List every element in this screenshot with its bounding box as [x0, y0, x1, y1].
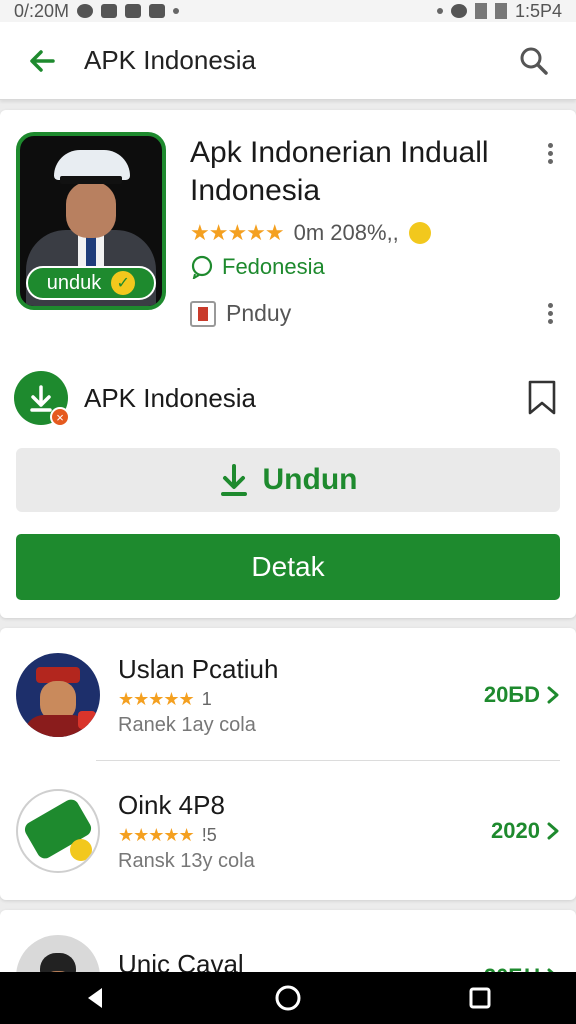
status-left: 0/:20M	[14, 0, 180, 22]
list-item-info: Uslan Pcatiuh ★★★★★ 1 Ranek 1ay cola	[118, 654, 484, 737]
price-text: 20БD	[483, 682, 540, 707]
signal-icon	[474, 3, 487, 19]
app-notification-icon	[101, 4, 118, 18]
rating-stars: ★★★★★	[190, 220, 285, 245]
app-icon: unduk ✓	[16, 132, 166, 310]
vibrate-icon	[436, 8, 443, 14]
list-item-rating: ★★★★★ 1	[118, 689, 484, 710]
status-time-left: 0/:20M	[14, 0, 70, 21]
category-name: Pnduy	[226, 300, 292, 326]
app-detail-card: unduk ✓ Apk Indonerian Induall Indonesia…	[0, 110, 576, 618]
app-icon-badge-label: unduk	[46, 271, 102, 294]
developer-row[interactable]: Fedonesia	[190, 254, 325, 280]
notification-icon	[77, 4, 94, 18]
triangle-back-icon	[88, 988, 102, 1008]
more-notifications-icon	[173, 8, 180, 14]
avatar	[16, 653, 100, 737]
page-title: APK Indonesia	[84, 45, 257, 75]
nav-recents-button[interactable]	[456, 974, 504, 1022]
status-right: 1:5P4	[436, 0, 562, 22]
close-badge-icon: ×	[50, 407, 70, 427]
wifi-icon	[450, 4, 467, 18]
search-button[interactable]	[514, 41, 554, 81]
avatar	[16, 789, 100, 873]
status-time-right: 1:5P4	[514, 0, 562, 21]
bookmark-button[interactable]	[520, 376, 564, 420]
square-recents-icon	[469, 987, 491, 1009]
check-icon: ✓	[111, 271, 136, 295]
chevron-right-icon	[547, 686, 559, 704]
app-notification-icon	[125, 4, 142, 18]
source-logo: ×	[14, 371, 70, 427]
rating-count: 1	[201, 688, 212, 709]
download-button-label: Undun	[262, 463, 358, 496]
app-bar: APK Indonesia	[0, 22, 576, 100]
battery-icon	[494, 3, 507, 19]
developer-name: Fedonesia	[222, 254, 325, 279]
more-options-button[interactable]	[538, 140, 562, 170]
app-icon-badge: unduk ✓	[26, 266, 156, 300]
list-item-name: Oink 4P8	[118, 789, 225, 820]
list-item-price: 2020	[491, 818, 560, 844]
category-row[interactable]: Pnduy	[190, 300, 291, 327]
price-text: 2020	[491, 818, 540, 843]
rating-count: !5	[201, 824, 217, 845]
source-row: × APK Indonesia	[14, 368, 564, 428]
detail-button[interactable]: Detak	[16, 534, 560, 600]
list-item[interactable]: Oink 4P8 ★★★★★ !5 Ransk 13y cola 2020	[0, 764, 576, 898]
list-item-rating: ★★★★★ !5	[118, 825, 491, 846]
list-item[interactable]: Uslan Pcatiuh ★★★★★ 1 Ranek 1ay cola 20Б…	[0, 628, 576, 762]
bookmark-icon	[528, 380, 556, 415]
chevron-right-icon	[547, 822, 559, 840]
circle-home-icon	[275, 985, 301, 1011]
chat-icon	[191, 255, 213, 279]
search-icon	[520, 47, 548, 75]
list-item-name: Uslan Pcatiuh	[118, 653, 279, 684]
rating-stars: ★★★★★	[118, 688, 195, 709]
system-nav-bar	[0, 972, 576, 1024]
divider	[96, 760, 560, 761]
back-button[interactable]	[22, 41, 62, 81]
rating-stars: ★★★★★	[118, 824, 195, 845]
download-arrow-icon	[30, 385, 52, 412]
status-bar: 0/:20M 1:5P4	[0, 0, 576, 22]
list-item-rank: Ranek 1ay cola	[118, 713, 256, 736]
nav-home-button[interactable]	[264, 974, 312, 1022]
arrow-left-icon	[30, 49, 55, 72]
download-button[interactable]: Undun	[16, 448, 560, 512]
rating-text: 0m 208%,,	[293, 220, 399, 245]
category-icon	[190, 300, 216, 327]
related-apps-list: Uslan Pcatiuh ★★★★★ 1 Ranek 1ay cola 20Б…	[0, 628, 576, 900]
download-icon	[220, 464, 247, 496]
app-title: Apk Indonerian Induall Indonesia	[190, 136, 489, 207]
app-notification-icon	[149, 4, 166, 18]
nav-back-button[interactable]	[72, 974, 120, 1022]
category-more-button[interactable]	[538, 300, 562, 330]
app-rating-row: ★★★★★ 0m 208%,,	[190, 220, 431, 246]
source-name: APK Indonesia	[84, 382, 257, 413]
list-item-rank: Ransk 13y cola	[118, 849, 255, 872]
list-item-price: 20БD	[484, 682, 560, 708]
list-item-info: Oink 4P8 ★★★★★ !5 Ransk 13y cola	[118, 790, 491, 873]
emoji-icon	[408, 222, 431, 244]
